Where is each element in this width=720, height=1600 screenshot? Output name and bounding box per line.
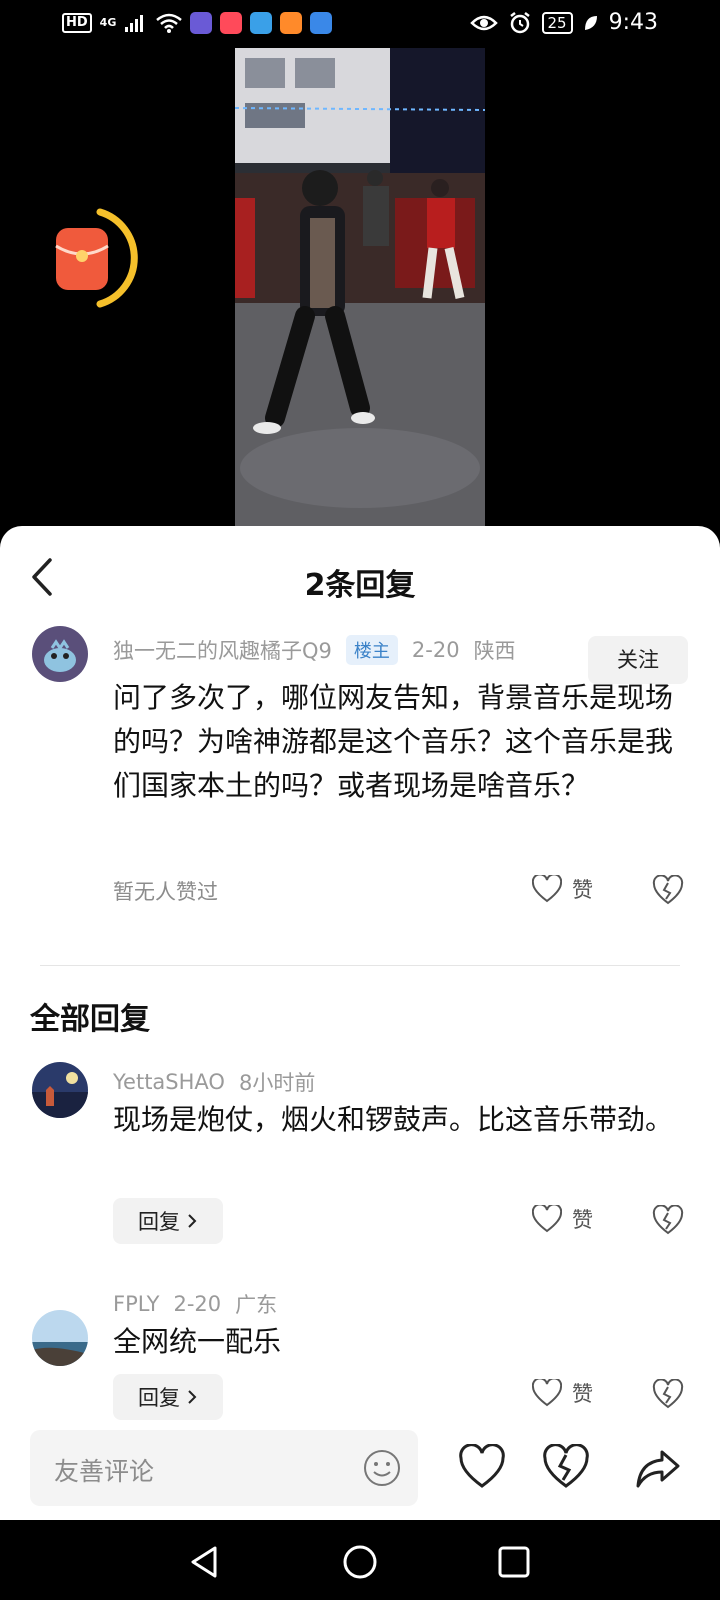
broken-heart-icon[interactable]: [542, 1444, 590, 1492]
comment-input[interactable]: 友善评论: [30, 1430, 418, 1506]
eye-icon: [469, 15, 498, 30]
sheet-title: 2条回复: [304, 568, 416, 603]
hd-indicator: HD: [62, 13, 92, 33]
comment-location: 陕西: [473, 639, 516, 663]
reply-text: 全网统一配乐: [113, 1325, 282, 1358]
leaf-icon: [584, 15, 597, 30]
like-button[interactable]: 赞: [532, 1378, 593, 1408]
reply-label: 回复: [138, 1386, 180, 1410]
system-nav-bar: [0, 1520, 720, 1600]
app-notification-icon: [310, 12, 333, 34]
nav-recents-icon[interactable]: [494, 1542, 534, 1582]
avatar[interactable]: [32, 1062, 88, 1118]
username[interactable]: 独一无二的风趣橘子Q9: [113, 635, 332, 665]
heart-icon: [532, 875, 562, 903]
broken-heart-icon[interactable]: [652, 1205, 684, 1235]
replies-sheet: 2条回复 独一无二的风趣橘子Q9 楼主 2-20 陕西 关注 问了多次了，哪位网…: [0, 526, 720, 1519]
reply-button[interactable]: 回复: [113, 1374, 223, 1420]
broken-heart-icon[interactable]: [652, 1379, 684, 1409]
heart-icon: [532, 1379, 562, 1407]
app-notification-icon: [190, 12, 213, 34]
avatar-image: [32, 1062, 88, 1118]
share-icon[interactable]: [634, 1444, 682, 1492]
reply-label: 回复: [138, 1210, 180, 1234]
signal-icon: [125, 15, 144, 32]
chevron-right-icon: [188, 1390, 197, 1404]
battery-indicator: 25: [541, 11, 573, 34]
app-notification-icon: [250, 12, 273, 34]
broken-heart-icon[interactable]: [652, 875, 684, 905]
avatar[interactable]: [32, 626, 88, 682]
avatar-image: [32, 626, 88, 682]
reply-time: 8小时前: [238, 1071, 316, 1095]
likes-status: 暂无人赞过: [113, 880, 218, 904]
heart-icon[interactable]: [458, 1444, 506, 1492]
all-replies-title: 全部回复: [30, 1002, 150, 1037]
op-badge: 楼主: [345, 635, 398, 665]
comment-meta: 独一无二的风趣橘子Q9 楼主 2-20 陕西: [113, 635, 516, 665]
alarm-icon: [509, 11, 530, 33]
app-notification-icon: [280, 12, 303, 34]
status-left: HD 4G: [62, 12, 333, 34]
heart-icon: [532, 1205, 562, 1233]
comment-date: 2-20: [411, 638, 460, 662]
app-notification-icon: [220, 12, 243, 34]
avatar-image: [32, 1310, 88, 1366]
comment-input-bar: 友善评论: [0, 1420, 720, 1520]
reply-time: 2-20: [173, 1292, 222, 1316]
status-bar: HD 4G 25 9:43: [0, 0, 720, 48]
status-right: 25 9:43: [469, 10, 658, 35]
comment-text: 问了多次了，哪位网友告知，背景音乐是现场的吗？为啥神游都是这个音乐？这个音乐是我…: [113, 681, 674, 802]
reply-button[interactable]: 回复: [113, 1198, 223, 1244]
like-button[interactable]: 赞: [532, 1204, 593, 1234]
red-packet-icon[interactable]: [52, 206, 138, 312]
avatar[interactable]: [32, 1310, 88, 1366]
video-frame: [235, 48, 485, 526]
reply-text: 现场是炮仗，烟火和锣鼓声。比这音乐带劲。: [113, 1103, 674, 1136]
reply-meta: FPLY 2-20 广东: [113, 1289, 277, 1319]
sheet-header: 2条回复: [0, 526, 720, 630]
like-button[interactable]: 赞: [532, 874, 593, 904]
chevron-right-icon: [188, 1214, 197, 1228]
like-label: 赞: [572, 1208, 593, 1232]
emoji-icon[interactable]: [362, 1448, 402, 1488]
username[interactable]: YettaSHAO: [113, 1070, 225, 1094]
reply-location: 广东: [235, 1293, 278, 1317]
nav-home-icon[interactable]: [340, 1542, 380, 1582]
reply-meta: YettaSHAO 8小时前: [113, 1067, 315, 1097]
like-label: 赞: [572, 1382, 593, 1406]
comment-placeholder: 友善评论: [54, 1457, 155, 1486]
divider: [40, 965, 680, 966]
nav-back-icon[interactable]: [185, 1542, 225, 1582]
like-label: 赞: [572, 878, 593, 902]
wifi-icon: [156, 13, 183, 33]
network-indicator: 4G: [99, 16, 117, 29]
clock: 9:43: [608, 10, 658, 35]
video-player[interactable]: [235, 48, 485, 526]
username[interactable]: FPLY: [113, 1292, 159, 1316]
